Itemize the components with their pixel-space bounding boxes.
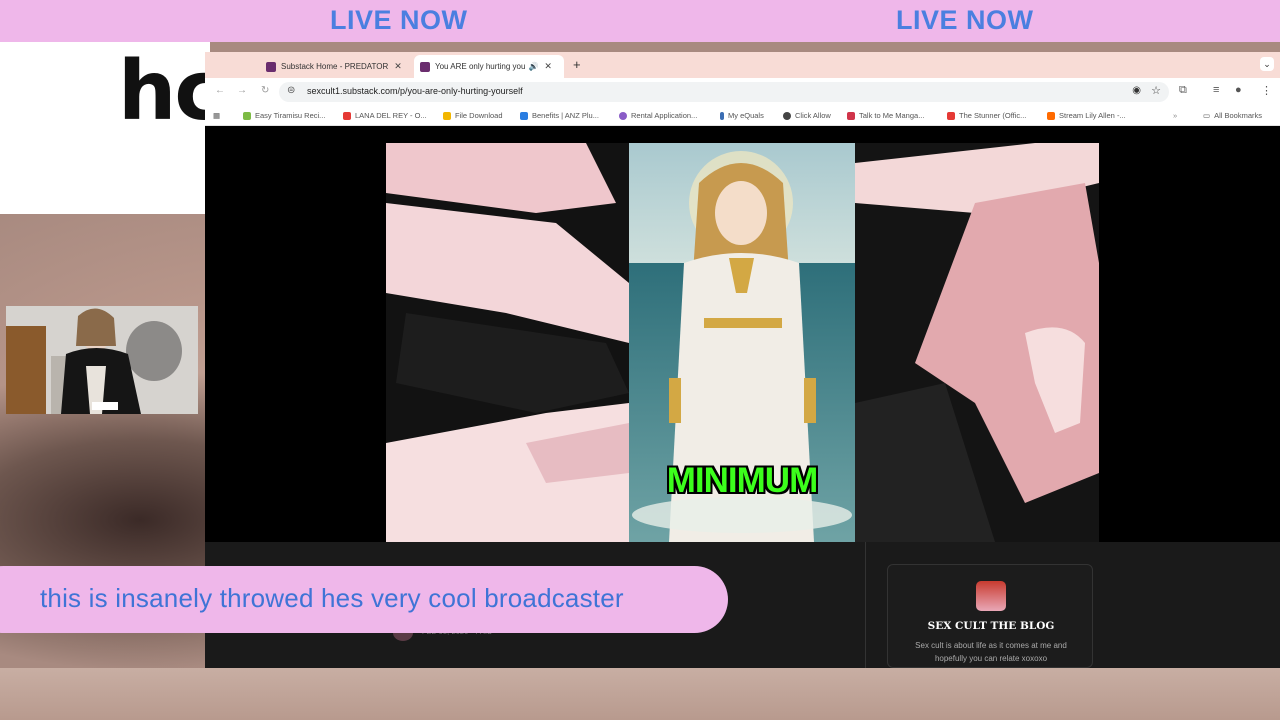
bookmark-item[interactable]: Rental Application... <box>619 111 697 120</box>
apps-grid-icon[interactable]: ▦ <box>213 111 220 120</box>
bookmark-favicon-icon <box>443 111 451 120</box>
bookmark-label: Talk to Me Manga... <box>859 111 925 120</box>
site-info-icon[interactable]: ⊜ <box>287 85 295 96</box>
menu-kebab-icon[interactable]: ⋮ <box>1261 84 1272 97</box>
tab-search-icon[interactable]: ⌄ <box>1260 57 1274 71</box>
hand-illustration-right <box>855 143 1099 542</box>
bookmark-favicon-icon <box>720 111 724 120</box>
substack-favicon-icon <box>266 61 276 72</box>
bookmark-label: Benefits | ANZ Plu... <box>532 111 599 120</box>
bookmark-label: Stream Lily Allen -... <box>1059 111 1126 120</box>
bookmark-label: LANA DEL REY - O... <box>355 111 427 120</box>
globe-icon <box>783 111 791 120</box>
publication-card[interactable]: SEX CULT THE BLOG Sex cult is about life… <box>887 564 1093 668</box>
bookmark-item[interactable]: My eQuals <box>720 111 764 120</box>
bookmark-favicon-icon <box>619 111 627 120</box>
tab-label: You ARE only hurting you <box>435 62 526 71</box>
bookmark-label: The Stunner (Offic... <box>959 111 1027 120</box>
bookmark-label: File Download <box>455 111 503 120</box>
forward-arrow-icon[interactable]: → <box>237 85 247 96</box>
post-video[interactable]: MINIMUM <box>386 143 1099 542</box>
bookmark-label: My eQuals <box>728 111 764 120</box>
all-bookmarks-label: All Bookmarks <box>1214 111 1263 120</box>
bookmark-item[interactable]: Stream Lily Allen -... <box>1047 111 1126 120</box>
background-bottom-strip <box>0 668 1280 720</box>
live-now-label-right: LIVE NOW <box>896 5 1034 35</box>
bookmark-item[interactable]: The Stunner (Offic... <box>947 111 1026 120</box>
bookmark-item[interactable]: Benefits | ANZ Plu... <box>520 111 599 120</box>
bookmark-item[interactable]: Talk to Me Manga... <box>847 111 924 120</box>
speaker-icon[interactable]: 🔊 <box>528 62 538 71</box>
bookmark-item[interactable]: Click Allow <box>783 111 831 120</box>
bookmarks-bar: ▦ Easy Tiramisu Reci... LANA DEL REY - O… <box>205 106 1280 126</box>
column-divider <box>865 542 866 668</box>
goddess-painting: MINIMUM <box>629 143 855 542</box>
bookmark-favicon-icon <box>520 111 528 120</box>
hand-illustration-left <box>386 143 629 542</box>
reload-icon[interactable]: ↻ <box>261 85 269 96</box>
bookmark-item[interactable]: File Download <box>443 111 503 120</box>
publication-description: Sex cult is about life as it comes at me… <box>915 641 1067 663</box>
bookmark-label: Rental Application... <box>631 111 698 120</box>
bookmark-label: Click Allow <box>795 111 831 120</box>
more-bookmarks-icon[interactable]: » <box>1173 111 1177 120</box>
bookmark-favicon-icon <box>847 111 855 120</box>
extensions-icon[interactable]: ⧉ <box>1179 84 1187 97</box>
stream-overlay: hc LIVE NOW LIVE NOW Substack Home - PRE… <box>0 0 1280 720</box>
close-tab-icon[interactable]: ✕ <box>544 61 552 72</box>
browser-toolbar: ← → ↻ ⊜ sexcult1.substack.com/p/you-are-… <box>205 78 1280 106</box>
chat-message-text: this is insanely throwed hes very cool b… <box>40 583 624 613</box>
bookmark-favicon-icon <box>947 111 955 120</box>
tab-substack-home[interactable]: Substack Home - PREDATOR ✕ <box>260 55 410 78</box>
tab-strip: Substack Home - PREDATOR ✕ You ARE only … <box>205 52 1280 78</box>
close-tab-icon[interactable]: ✕ <box>394 61 402 72</box>
video-caption: MINIMUM <box>666 461 818 500</box>
youtube-icon <box>343 111 351 120</box>
bookmark-label: Easy Tiramisu Reci... <box>255 111 326 120</box>
eye-slash-icon[interactable]: ◉ <box>1132 85 1141 96</box>
live-now-label-left: LIVE NOW <box>330 5 468 35</box>
bookmark-item[interactable]: Easy Tiramisu Reci... <box>243 111 325 120</box>
soundcloud-icon <box>1047 111 1055 120</box>
back-arrow-icon[interactable]: ← <box>215 85 225 96</box>
folder-icon: ▭ <box>1203 111 1211 120</box>
tab-label: Substack Home - PREDATOR <box>281 62 389 71</box>
webcam-feed <box>6 306 198 414</box>
tab-current-post[interactable]: You ARE only hurting you 🔊 ✕ <box>414 55 564 78</box>
media-controls-icon[interactable]: ≡ <box>1213 84 1219 96</box>
publication-title: SEX CULT THE BLOG <box>927 620 1055 632</box>
profile-icon[interactable]: ● <box>1235 84 1242 96</box>
address-url[interactable]: sexcult1.substack.com/p/you-are-only-hur… <box>307 86 523 96</box>
address-bar[interactable]: ⊜ sexcult1.substack.com/p/you-are-only-h… <box>279 82 1169 102</box>
publication-logo <box>976 581 1006 611</box>
new-tab-button[interactable]: + <box>573 57 581 72</box>
bookmark-favicon-icon <box>243 111 251 120</box>
bookmark-item[interactable]: LANA DEL REY - O... <box>343 111 427 120</box>
substack-favicon-icon <box>420 61 430 72</box>
all-bookmarks[interactable]: ▭ All Bookmarks <box>1203 111 1262 120</box>
live-now-banner: LIVE NOW LIVE NOW <box>0 0 1280 42</box>
bookmark-star-icon[interactable]: ☆ <box>1151 84 1161 97</box>
